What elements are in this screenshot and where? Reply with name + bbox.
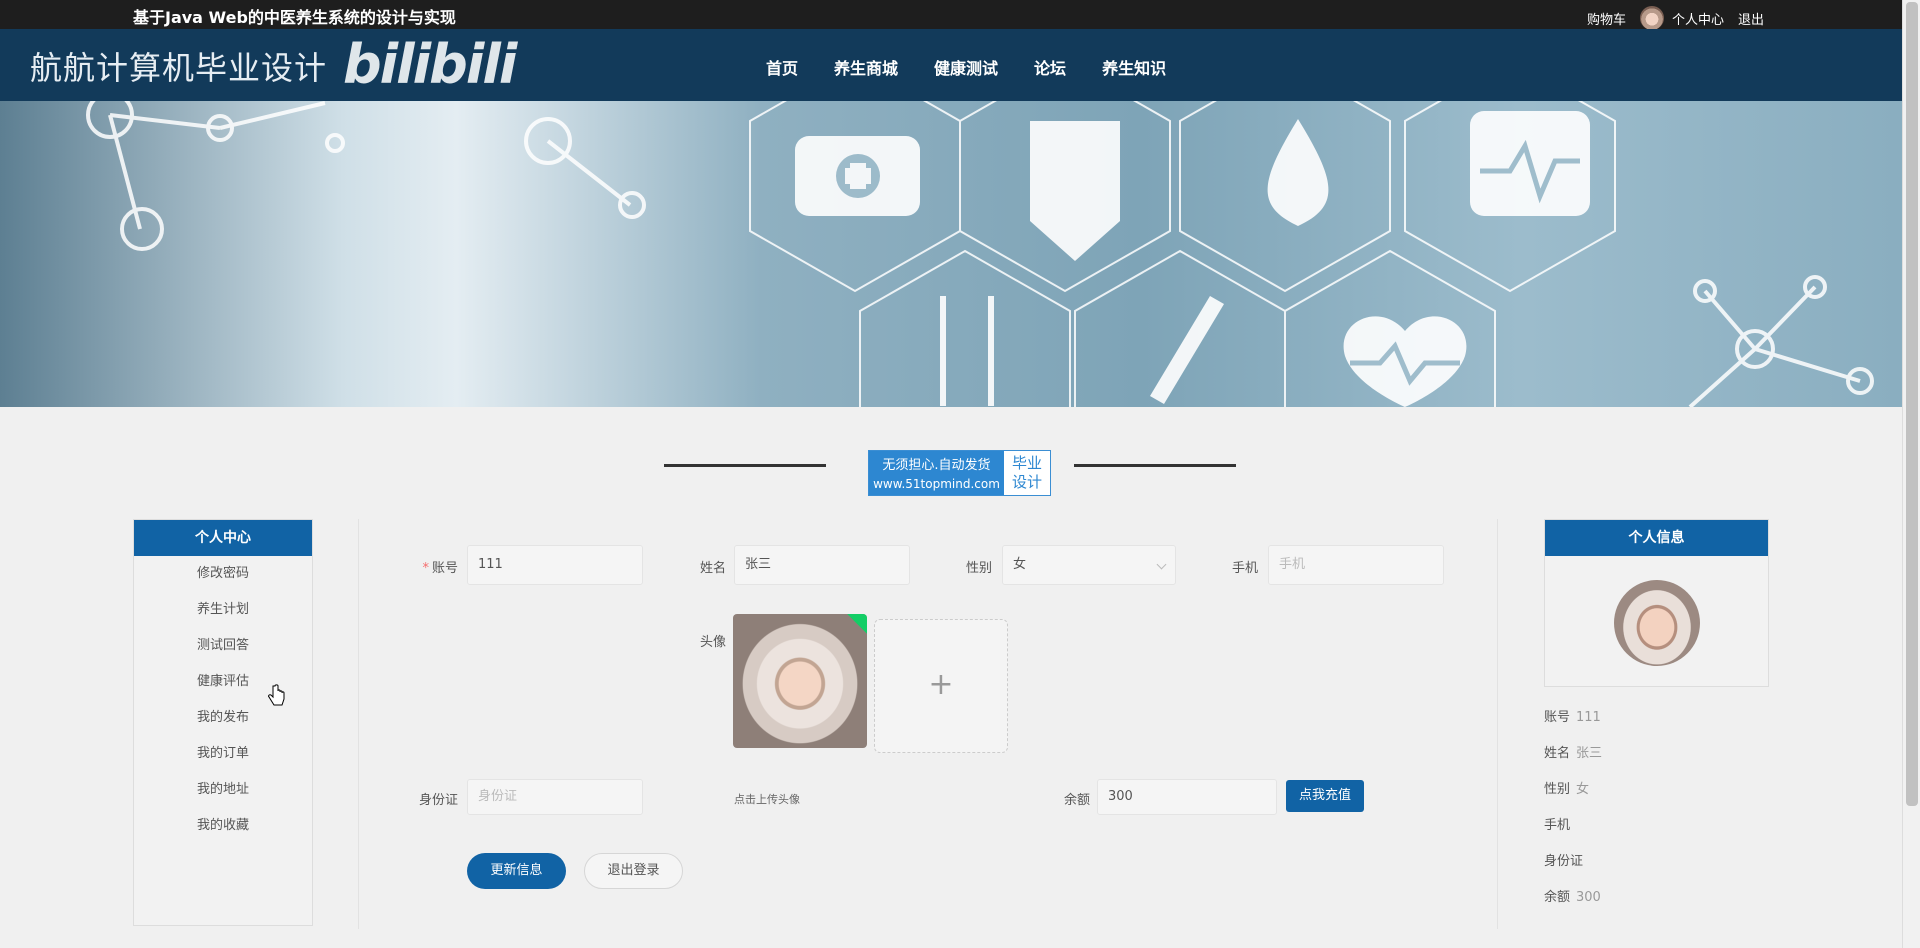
- promo-url: www.51topmind.com: [873, 477, 1000, 491]
- promo-tag-1: 毕业: [1011, 454, 1042, 472]
- name-input[interactable]: 张三: [734, 545, 910, 585]
- promo-tag-2: 设计: [1011, 473, 1042, 491]
- balance-input[interactable]: 300: [1097, 779, 1277, 815]
- sidebar-item-test-answers[interactable]: 测试回答: [134, 628, 312, 664]
- logout-button[interactable]: 退出登录: [584, 853, 683, 889]
- idcard-label: 身份证: [418, 793, 458, 808]
- balance-label: 余额: [1063, 793, 1090, 808]
- brand-name: 航航计算机毕业设计: [30, 49, 328, 87]
- gender-select[interactable]: 女: [1002, 545, 1176, 585]
- top-links: 购物车 个人中心 退出: [1587, 6, 1764, 30]
- info-row-balance: 余额 300: [1544, 890, 1601, 905]
- name-label: 姓名: [699, 561, 726, 576]
- nav-knowledge[interactable]: 养生知识: [1102, 55, 1166, 79]
- bilibili-logo: bilibili: [343, 33, 517, 96]
- hero-banner[interactable]: [0, 101, 1902, 407]
- promo-line: 无须担心.自动发货: [882, 458, 991, 473]
- sidebar-title: 个人中心: [134, 520, 312, 556]
- info-row-account: 账号 111: [1544, 710, 1601, 725]
- avatar-upload-plus-icon[interactable]: +: [874, 619, 1008, 753]
- nav-health-test[interactable]: 健康测试: [934, 55, 998, 79]
- logout-link[interactable]: 退出: [1738, 9, 1764, 28]
- main-navbar: 航航计算机毕业设计 bilibili 首页 养生商城 健康测试 论坛 养生知识: [0, 29, 1902, 101]
- gender-label: 性别: [965, 561, 992, 576]
- chevron-down-icon: [1156, 559, 1167, 570]
- nav-home[interactable]: 首页: [766, 55, 798, 79]
- info-row-name: 姓名 张三: [1544, 746, 1603, 761]
- update-info-button[interactable]: 更新信息: [467, 853, 566, 889]
- nav-forum[interactable]: 论坛: [1034, 55, 1066, 79]
- avatar-image[interactable]: [733, 614, 867, 748]
- sidebar-item-my-orders[interactable]: 我的订单: [134, 736, 312, 772]
- nav-shop[interactable]: 养生商城: [834, 55, 898, 79]
- main-menu: 首页 养生商城 健康测试 论坛 养生知识: [766, 55, 1166, 79]
- hand-cursor-icon: [268, 684, 285, 706]
- scrollbar-thumb[interactable]: [1906, 2, 1918, 806]
- top-bar: 基于Java Web的中医养生系统的设计与实现 购物车 个人中心 退出: [0, 0, 1902, 30]
- sidebar-item-my-posts[interactable]: 我的发布: [134, 700, 312, 736]
- idcard-input[interactable]: 身份证: [467, 779, 643, 815]
- info-avatar: [1614, 580, 1700, 666]
- title-divider-right: [1074, 464, 1236, 467]
- avatar-label: 头像: [699, 635, 726, 650]
- account-input[interactable]: 111: [467, 545, 643, 585]
- info-row-gender: 性别女: [1544, 782, 1590, 797]
- upload-success-icon: [847, 614, 867, 634]
- system-title: 基于Java Web的中医养生系统的设计与实现: [133, 8, 456, 27]
- sidebar-item-health-assessment[interactable]: 健康评估: [134, 664, 312, 700]
- sidebar-item-health-plan[interactable]: 养生计划: [134, 592, 312, 628]
- personal-info-panel: 个人信息: [1544, 519, 1769, 687]
- sidebar-item-my-favorites[interactable]: 我的收藏: [134, 808, 312, 844]
- personal-center-sidebar: 个人中心 修改密码 养生计划 测试回答 健康评估 我的发布 我的订单 我的地址 …: [133, 519, 313, 926]
- info-row-idcard: 身份证: [1544, 854, 1584, 869]
- recharge-button[interactable]: 点我充值: [1286, 780, 1364, 812]
- phone-label: 手机: [1231, 561, 1258, 576]
- info-row-phone: 手机: [1544, 818, 1571, 833]
- cart-link[interactable]: 购物车: [1587, 9, 1626, 28]
- profile-link[interactable]: 个人中心: [1672, 9, 1724, 28]
- phone-input[interactable]: 手机: [1268, 545, 1444, 585]
- sidebar-item-change-password[interactable]: 修改密码: [134, 556, 312, 592]
- user-avatar-icon[interactable]: [1639, 6, 1664, 30]
- upload-hint: 点击上传头像: [734, 793, 800, 806]
- page-scrollbar[interactable]: [1902, 0, 1920, 948]
- account-label: *111账号: [422, 561, 458, 576]
- banner-illustration: [86, 101, 1874, 407]
- title-divider-left: [664, 464, 826, 467]
- promo-watermark: 无须担心.自动发货 www.51topmind.com 毕业 设计: [868, 450, 1051, 496]
- sidebar-item-my-address[interactable]: 我的地址: [134, 772, 312, 808]
- gender-value: 女: [1013, 557, 1027, 572]
- info-panel-title: 个人信息: [1545, 520, 1768, 556]
